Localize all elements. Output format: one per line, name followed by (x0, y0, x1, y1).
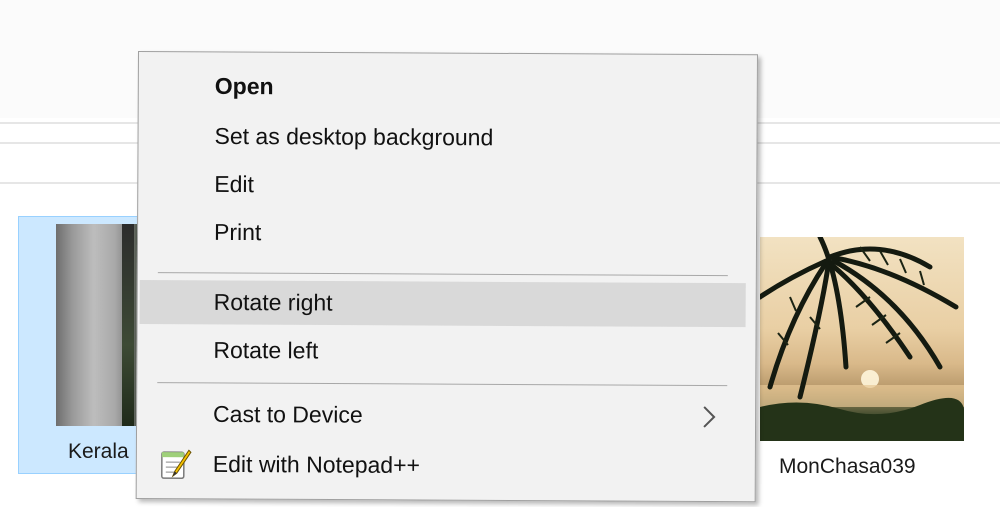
menu-item-label: Cast to Device (213, 400, 363, 428)
file-name[interactable]: MonChasa039 (779, 455, 916, 479)
thumbnail-detail (122, 224, 134, 426)
explorer-backdrop: Kerala MonChasa039 Open Set as desktop b… (0, 0, 1000, 507)
notepad-plus-plus-icon (159, 447, 193, 481)
menu-item-open[interactable]: Open (141, 64, 747, 111)
menu-item-edit[interactable]: Edit (140, 162, 746, 209)
palm-image (760, 237, 964, 441)
menu-separator (157, 382, 728, 387)
chevron-right-icon (699, 405, 719, 429)
file-thumbnail[interactable] (760, 237, 964, 441)
menu-item-print[interactable]: Print (140, 210, 746, 257)
file-name[interactable]: Kerala (68, 440, 129, 464)
menu-item-label: Print (213, 218, 262, 246)
menu-item-label: Rotate right (213, 288, 333, 316)
menu-item-rotate-left[interactable]: Rotate left (139, 328, 745, 375)
menu-item-rotate-right[interactable]: Rotate right (139, 280, 746, 328)
menu-item-label: Edit (214, 170, 255, 198)
menu-separator (157, 272, 728, 277)
menu-item-set-desktop-background[interactable]: Set as desktop background (140, 114, 746, 161)
menu-item-label: Edit with Notepad++ (212, 450, 421, 478)
menu-item-cast-to-device[interactable]: Cast to Device (139, 392, 745, 439)
menu-item-edit-with-notepad-plus-plus[interactable]: Edit with Notepad++ (139, 442, 745, 489)
menu-item-label: Set as desktop background (214, 122, 494, 151)
context-menu: Open Set as desktop background Edit Prin… (135, 51, 758, 503)
file-thumbnail[interactable] (56, 224, 140, 426)
menu-item-label: Open (214, 72, 274, 100)
menu-item-label: Rotate left (213, 336, 319, 364)
